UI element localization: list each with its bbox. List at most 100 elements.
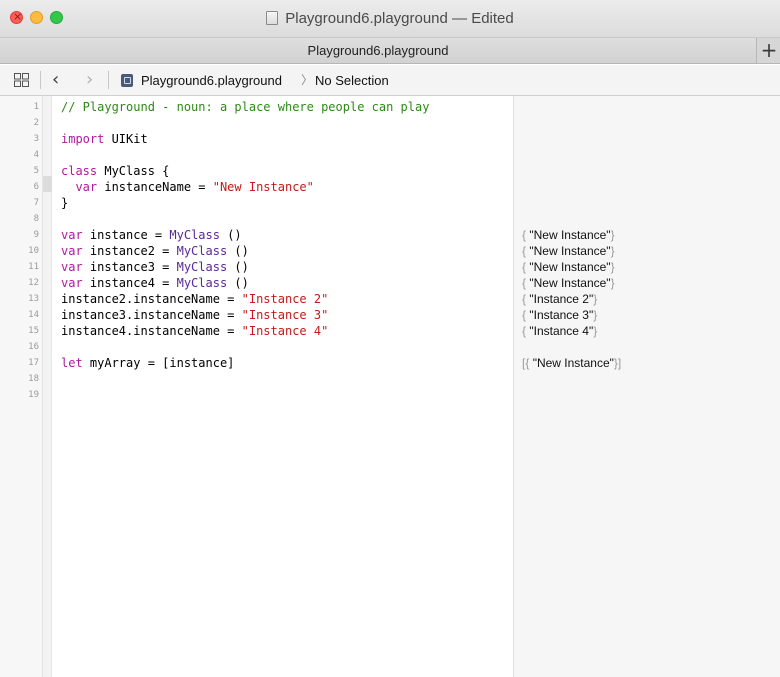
result-open-brace: [{ bbox=[522, 356, 533, 370]
code-token-plain: instance4 = bbox=[82, 276, 177, 290]
code-token-plain: } bbox=[61, 196, 69, 210]
code-token-plain: instance2 = bbox=[82, 244, 177, 258]
code-token-plain: () bbox=[227, 276, 249, 290]
code-token-plain: () bbox=[227, 244, 249, 258]
line-number: 2 bbox=[33, 118, 39, 128]
result-text: "New Instance" bbox=[529, 244, 611, 258]
line-number: 10 bbox=[28, 246, 39, 256]
code-token-plain: myArray = [instance] bbox=[82, 356, 235, 370]
code-token-plain: instance = bbox=[82, 228, 170, 242]
result-text: "New Instance" bbox=[529, 260, 611, 274]
result-close-brace: } bbox=[610, 228, 615, 242]
code-line: instance3.instanceName = "Instance 3" bbox=[61, 307, 328, 323]
line-number: 16 bbox=[28, 342, 39, 352]
result-text: "New Instance" bbox=[532, 356, 614, 370]
code-editor[interactable]: // Playground - noun: a place where peop… bbox=[52, 96, 513, 677]
line-number: 5 bbox=[33, 166, 39, 176]
code-token-type: MyClass bbox=[169, 228, 220, 242]
code-token-plain: () bbox=[219, 228, 242, 242]
code-token-string: "Instance 4" bbox=[241, 324, 329, 338]
breadcrumb-selection[interactable]: No Selection bbox=[315, 73, 389, 88]
line-number: 3 bbox=[33, 134, 39, 144]
code-line: instance4.instanceName = "Instance 4" bbox=[61, 323, 328, 339]
code-token-plain: UIKit bbox=[104, 132, 148, 146]
result-value[interactable]: [{ "New Instance"}] bbox=[522, 355, 621, 371]
code-token-keyword: import bbox=[61, 132, 105, 146]
results-sidebar: { "New Instance"}{ "New Instance"}{ "New… bbox=[513, 96, 780, 677]
line-number: 11 bbox=[28, 262, 39, 272]
window-title: Playground6.playground — Edited bbox=[0, 10, 780, 28]
window-titlebar: × Playground6.playground — Edited bbox=[0, 0, 780, 38]
jump-bar: ‹ › Playground6.playground 〉 No Selectio… bbox=[0, 65, 780, 96]
code-line: import UIKit bbox=[61, 131, 148, 147]
line-number: 13 bbox=[28, 294, 39, 304]
jumpbar-divider bbox=[108, 71, 109, 89]
line-number: 14 bbox=[28, 310, 39, 320]
code-token-type: MyClass bbox=[176, 260, 228, 274]
code-line: var instance = MyClass () bbox=[61, 227, 242, 243]
line-number: 6 bbox=[33, 182, 39, 192]
result-close-brace: } bbox=[593, 292, 598, 306]
code-token-plain: instance4.instanceName = bbox=[61, 324, 242, 338]
new-tab-button[interactable]: + bbox=[758, 38, 780, 63]
code-token-plain: instanceName = bbox=[97, 180, 213, 194]
code-token-keyword: class bbox=[61, 164, 98, 178]
related-items-grid-icon[interactable] bbox=[14, 73, 29, 87]
code-line: } bbox=[61, 195, 68, 211]
breadcrumb-file[interactable]: Playground6.playground bbox=[141, 73, 282, 88]
code-token-keyword: var bbox=[61, 180, 98, 194]
code-line: var instance3 = MyClass () bbox=[61, 259, 249, 275]
code-token-plain: instance3 = bbox=[82, 260, 177, 274]
breadcrumb-separator-icon: 〉 bbox=[301, 73, 314, 87]
code-token-keyword: var bbox=[61, 276, 83, 290]
window-title-text: Playground6.playground — Edited bbox=[285, 10, 514, 27]
code-token-plain: MyClass { bbox=[97, 164, 170, 178]
change-marker-strip bbox=[43, 96, 52, 677]
result-value[interactable]: { "New Instance"} bbox=[522, 243, 615, 259]
tab-playground[interactable]: Playground6.playground bbox=[0, 38, 757, 63]
jumpbar-divider bbox=[40, 71, 41, 89]
result-value[interactable]: { "New Instance"} bbox=[522, 275, 615, 291]
line-number: 15 bbox=[28, 326, 39, 336]
result-text: "Instance 3" bbox=[529, 308, 594, 322]
result-text: "Instance 2" bbox=[529, 292, 594, 306]
forward-chevron-icon[interactable]: › bbox=[86, 69, 93, 91]
code-token-keyword: var bbox=[61, 228, 83, 242]
result-close-brace: } bbox=[593, 308, 598, 322]
line-number: 18 bbox=[28, 374, 39, 384]
line-number: 12 bbox=[28, 278, 39, 288]
result-text: "New Instance" bbox=[529, 228, 611, 242]
tab-bar: Playground6.playground + bbox=[0, 38, 780, 64]
code-line: // Playground - noun: a place where peop… bbox=[61, 99, 429, 115]
result-close-brace: } bbox=[593, 324, 598, 338]
line-number: 1 bbox=[33, 102, 39, 112]
line-number: 7 bbox=[33, 198, 39, 208]
code-token-keyword: let bbox=[61, 356, 83, 370]
line-number: 8 bbox=[33, 214, 39, 224]
code-line: var instanceName = "New Instance" bbox=[61, 179, 313, 195]
result-value[interactable]: { "Instance 4"} bbox=[522, 323, 597, 339]
result-value[interactable]: { "Instance 2"} bbox=[522, 291, 597, 307]
result-text: "New Instance" bbox=[529, 276, 611, 290]
change-marker bbox=[43, 176, 52, 192]
code-token-string: "Instance 2" bbox=[241, 292, 329, 306]
back-chevron-icon[interactable]: ‹ bbox=[52, 69, 59, 91]
result-close-brace: }] bbox=[613, 356, 622, 370]
result-value[interactable]: { "New Instance"} bbox=[522, 227, 615, 243]
result-close-brace: } bbox=[610, 244, 615, 258]
result-value[interactable]: { "New Instance"} bbox=[522, 259, 615, 275]
line-number: 17 bbox=[28, 358, 39, 368]
code-line: var instance4 = MyClass () bbox=[61, 275, 249, 291]
code-token-keyword: var bbox=[61, 244, 83, 258]
document-icon bbox=[266, 11, 279, 25]
playground-file-icon bbox=[121, 74, 133, 87]
code-token-plain: instance3.instanceName = bbox=[61, 308, 242, 322]
code-token-type: MyClass bbox=[176, 276, 228, 290]
code-line: var instance2 = MyClass () bbox=[61, 243, 249, 259]
result-close-brace: } bbox=[610, 276, 615, 290]
code-line: class MyClass { bbox=[61, 163, 169, 179]
result-text: "Instance 4" bbox=[529, 324, 594, 338]
code-line: let myArray = [instance] bbox=[61, 355, 234, 371]
result-value[interactable]: { "Instance 3"} bbox=[522, 307, 597, 323]
line-number: 4 bbox=[33, 150, 39, 160]
